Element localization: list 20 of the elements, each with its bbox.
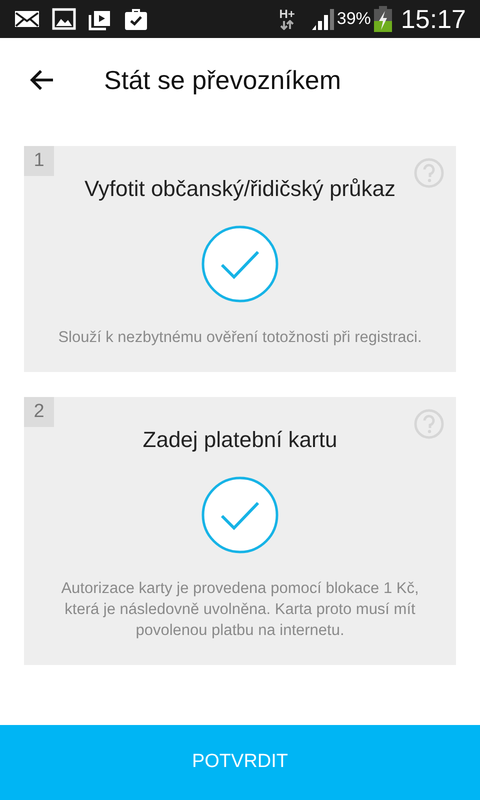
clock: 15:17 <box>400 6 466 32</box>
page-title: Stát se převozníkem <box>104 64 341 96</box>
battery-percentage: 39% <box>336 8 371 30</box>
back-arrow-icon <box>29 68 55 92</box>
briefcase-check-icon <box>124 7 148 31</box>
image-icon <box>52 8 76 30</box>
help-icon[interactable] <box>414 158 444 188</box>
step-number: 1 <box>24 146 54 176</box>
step-description: Autorizace karty je provedena pomocí blokace 1 Kč, která je následovně uvolněna. Karta proto musí mít povolenou platbu na internetu. <box>60 579 420 641</box>
help-icon[interactable] <box>414 409 444 439</box>
step-description: Slouží k nezbytnému ověření totožnosti při registraci. <box>58 328 422 348</box>
data-arrows-icon <box>280 20 294 30</box>
network-type: H+ <box>279 8 295 20</box>
step-title: Zadej platební kartu <box>142 426 338 454</box>
battery-charging-icon <box>372 6 393 32</box>
step-number: 2 <box>24 397 54 427</box>
step-title: Vyfotit občanský/řidičský průkaz <box>84 175 396 203</box>
mail-icon <box>14 9 40 29</box>
signal-icon <box>310 7 335 31</box>
confirm-button[interactable]: POTVRDIT <box>0 725 480 800</box>
